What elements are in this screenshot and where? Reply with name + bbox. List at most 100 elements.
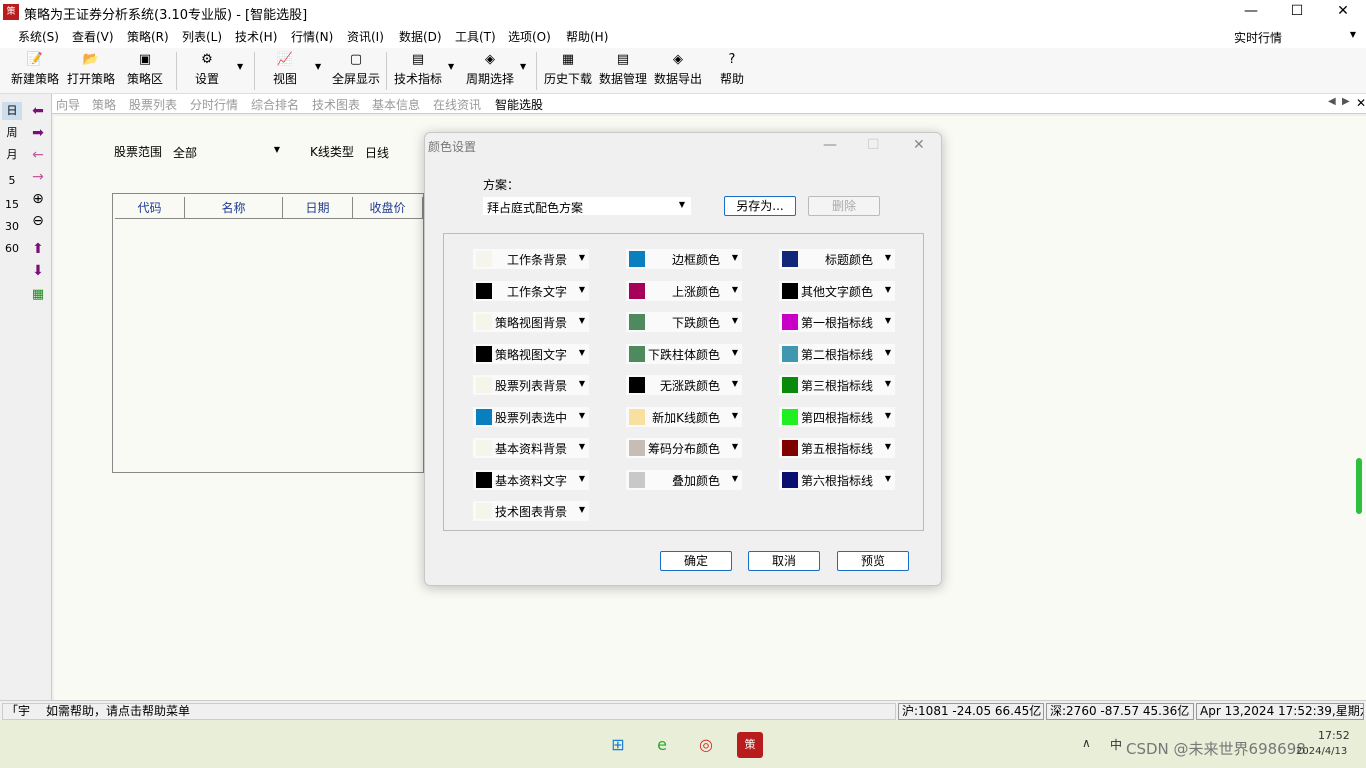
menu-tools[interactable]: 工具(T) (455, 28, 496, 45)
color-option[interactable]: 股票列表选中 ▼ (473, 407, 589, 427)
color-option[interactable]: 工作条背景 ▼ (473, 249, 589, 269)
menu-options[interactable]: 选项(O) (508, 28, 551, 45)
tab-online-news[interactable]: 在线资讯 (433, 96, 481, 113)
menu-tech[interactable]: 技术(H) (235, 28, 277, 45)
chevron-down-icon[interactable]: ▼ (885, 474, 891, 483)
chevron-down-icon[interactable]: ▼ (579, 316, 585, 325)
tab-basic-info[interactable]: 基本信息 (372, 96, 420, 113)
arrow-up-icon[interactable]: ⬆ (28, 240, 48, 258)
app-pinned-icon[interactable]: ◎ (693, 732, 719, 758)
range-select[interactable]: 全部 ▼ (170, 142, 288, 160)
color-option[interactable]: 策略视图背景 ▼ (473, 312, 589, 332)
browser-icon[interactable]: e (649, 732, 675, 758)
tab-close-icon[interactable]: ✕ (1356, 96, 1366, 110)
chevron-down-icon[interactable]: ▼ (579, 505, 585, 514)
fullscreen-button[interactable]: ▢ 全屏显示 (330, 52, 382, 87)
data-manage-button[interactable]: ▤ 数据管理 (597, 52, 649, 87)
tab-scroll-left-icon[interactable]: ◀ (1328, 96, 1336, 107)
color-option[interactable]: 新加K线颜色 ▼ (626, 407, 742, 427)
color-option[interactable]: 下跌柱体颜色 ▼ (626, 344, 742, 364)
maximize-button[interactable]: ☐ (1274, 0, 1320, 24)
chevron-down-icon[interactable]: ▼ (732, 285, 738, 294)
tab-smart-select[interactable]: 智能选股 (495, 96, 543, 113)
period-5min-icon[interactable]: 5 (2, 172, 22, 190)
chevron-down-icon[interactable]: ▼ (579, 348, 585, 357)
tab-intraday[interactable]: 分时行情 (190, 96, 238, 113)
open-strategy-button[interactable]: 📂 打开策略 (66, 52, 116, 87)
period-60min-icon[interactable]: 60 (2, 240, 22, 258)
view-button[interactable]: 📈 视图 (265, 52, 305, 87)
period-dropdown-icon[interactable]: ▼ (520, 62, 526, 71)
period-select-button[interactable]: ◈ 周期选择 (464, 52, 516, 87)
menu-info[interactable]: 资讯(I) (347, 28, 384, 45)
menu-help[interactable]: 帮助(H) (566, 28, 608, 45)
chevron-down-icon[interactable]: ▼ (579, 253, 585, 262)
chevron-down-icon[interactable]: ▼ (732, 348, 738, 357)
chevron-down-icon[interactable]: ▼ (732, 474, 738, 483)
indicator-dropdown-icon[interactable]: ▼ (448, 62, 454, 71)
ime-indicator[interactable]: 中 (1110, 736, 1122, 753)
tab-stock-list[interactable]: 股票列表 (129, 96, 177, 113)
view-dropdown-icon[interactable]: ▼ (315, 62, 321, 71)
zoom-out-icon[interactable]: ⊖ (28, 212, 48, 230)
new-strategy-button[interactable]: 📝 新建策略 (10, 52, 60, 87)
color-option[interactable]: 标题颜色 ▼ (779, 249, 895, 269)
color-option[interactable]: 叠加颜色 ▼ (626, 470, 742, 490)
period-day-icon[interactable]: 日 (2, 102, 22, 120)
chevron-down-icon[interactable]: ▼ (579, 474, 585, 483)
chevron-down-icon[interactable]: ▼ (885, 411, 891, 420)
tab-ranking[interactable]: 综合排名 (251, 96, 299, 113)
taskbar-clock[interactable]: 17:52 (1318, 729, 1350, 742)
close-button[interactable]: ✕ (1320, 0, 1366, 24)
dialog-minimize-icon[interactable]: — (823, 137, 837, 153)
color-option[interactable]: 第六根指标线 ▼ (779, 470, 895, 490)
chevron-down-icon[interactable]: ▼ (885, 253, 891, 262)
settings-dropdown-icon[interactable]: ▼ (237, 62, 243, 71)
chevron-down-icon[interactable]: ▼ (579, 411, 585, 420)
column-name[interactable]: 名称 (185, 197, 283, 219)
zoom-in-icon[interactable]: ⊕ (28, 190, 48, 208)
cancel-button[interactable]: 取消 (748, 551, 820, 571)
scheme-select[interactable]: 拜占庭式配色方案 ▼ (483, 197, 691, 215)
help-button[interactable]: ? 帮助 (716, 52, 748, 87)
menu-list[interactable]: 列表(L) (182, 28, 222, 45)
period-30min-icon[interactable]: 30 (2, 218, 22, 236)
chevron-down-icon[interactable]: ▼ (732, 411, 738, 420)
chevron-down-icon[interactable]: ▼ (579, 379, 585, 388)
color-option[interactable]: 其他文字颜色 ▼ (779, 281, 895, 301)
tab-scroll-right-icon[interactable]: ▶ (1342, 96, 1350, 107)
tab-tech-chart[interactable]: 技术图表 (312, 96, 360, 113)
chevron-down-icon[interactable]: ▼ (732, 379, 738, 388)
back-icon[interactable]: ← (28, 146, 48, 164)
column-close[interactable]: 收盘价 (353, 197, 423, 219)
chevron-down-icon[interactable]: ▼ (885, 442, 891, 451)
chevron-down-icon[interactable]: ▼ (885, 348, 891, 357)
history-download-button[interactable]: ▦ 历史下载 (542, 52, 594, 87)
menu-strategy[interactable]: 策略(R) (127, 28, 169, 45)
period-15min-icon[interactable]: 15 (2, 196, 22, 214)
minimize-button[interactable]: — (1228, 0, 1274, 24)
arrow-left-icon[interactable]: ⬅ (28, 102, 48, 120)
color-option[interactable]: 下跌颜色 ▼ (626, 312, 742, 332)
chevron-down-icon[interactable]: ▼ (885, 285, 891, 294)
tray-expand-icon[interactable]: ∧ (1082, 736, 1091, 750)
strategy-app-taskbar-icon[interactable]: 策 (737, 732, 763, 758)
color-option[interactable]: 第一根指标线 ▼ (779, 312, 895, 332)
chevron-down-icon[interactable]: ▼ (732, 442, 738, 451)
period-month-icon[interactable]: 月 (2, 146, 22, 164)
color-option[interactable]: 技术图表背景 ▼ (473, 501, 589, 521)
period-week-icon[interactable]: 周 (2, 124, 22, 142)
menu-quote[interactable]: 行情(N) (291, 28, 333, 45)
menu-system[interactable]: 系统(S) (18, 28, 59, 45)
chevron-down-icon[interactable]: ▼ (732, 253, 738, 262)
menu-data[interactable]: 数据(D) (399, 28, 442, 45)
quote-mode-select[interactable]: 实时行情 ▼ (1230, 27, 1362, 45)
chevron-down-icon[interactable]: ▼ (885, 379, 891, 388)
taskbar-date[interactable]: 2024/4/13 (1296, 746, 1347, 757)
tab-strategy[interactable]: 策略 (92, 96, 116, 113)
save-as-button[interactable]: 另存为... (724, 196, 796, 216)
scrollbar-thumb[interactable] (1356, 458, 1362, 514)
chevron-down-icon[interactable]: ▼ (732, 316, 738, 325)
color-option[interactable]: 第二根指标线 ▼ (779, 344, 895, 364)
color-option[interactable]: 边框颜色 ▼ (626, 249, 742, 269)
